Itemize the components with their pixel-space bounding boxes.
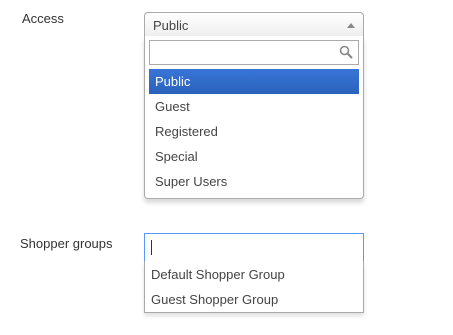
- shopper-group-option-default[interactable]: Default Shopper Group: [145, 262, 363, 287]
- access-dropdown: Public Guest Registered Special Super Us…: [144, 36, 364, 199]
- shopper-groups-results: Default Shopper Group Guest Shopper Grou…: [144, 261, 364, 313]
- access-options: Public Guest Registered Special Super Us…: [149, 69, 359, 194]
- access-select[interactable]: Public: [144, 12, 364, 37]
- chevron-up-icon[interactable]: [347, 23, 355, 28]
- shopper-group-option-guest[interactable]: Guest Shopper Group: [145, 287, 363, 312]
- access-option-super-users[interactable]: Super Users: [149, 169, 359, 194]
- access-search-input[interactable]: [149, 40, 359, 65]
- shopper-groups-input[interactable]: [144, 233, 364, 262]
- search-icon: [339, 45, 353, 59]
- access-option-special[interactable]: Special: [149, 144, 359, 169]
- text-caret: [151, 240, 152, 255]
- access-option-guest[interactable]: Guest: [149, 94, 359, 119]
- access-selected-value: Public: [153, 18, 189, 33]
- access-option-registered[interactable]: Registered: [149, 119, 359, 144]
- shopper-groups-label: Shopper groups: [20, 236, 113, 251]
- access-option-public[interactable]: Public: [149, 69, 359, 94]
- access-label: Access: [22, 11, 64, 26]
